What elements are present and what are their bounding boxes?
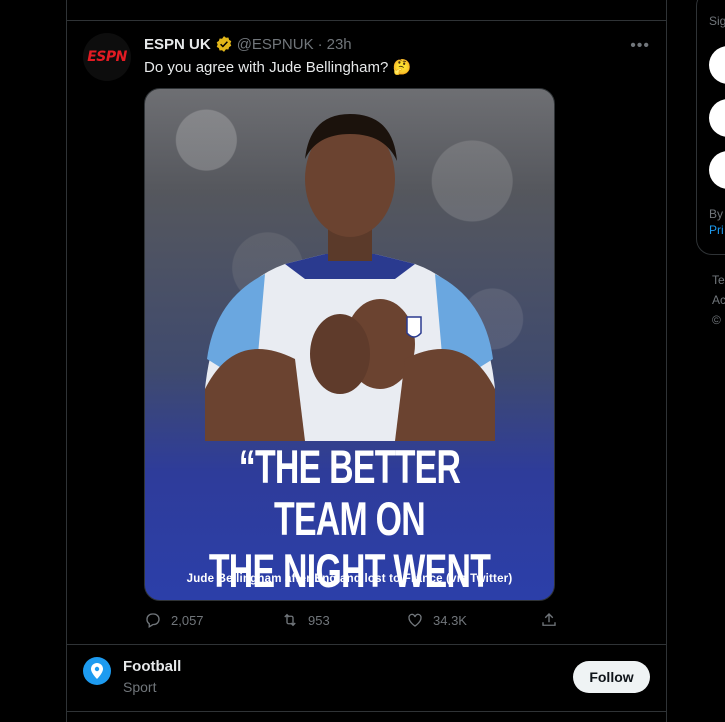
author-name[interactable]: ESPN UK (144, 36, 211, 53)
separator-dot: · (317, 35, 323, 53)
reply-count: 2,057 (171, 612, 204, 628)
image-caption: Jude Bellingham after England lost to Fr… (186, 573, 513, 585)
like-button[interactable]: 34.3K (406, 611, 467, 629)
retweet-count: 953 (308, 612, 330, 628)
topic-card[interactable]: Football Sport Follow (67, 645, 666, 711)
espn-logo: ESPN (87, 49, 127, 65)
signup-heading-fragment: Sig (709, 14, 725, 28)
topic-name: Football (123, 658, 182, 675)
author-handle[interactable]: @ESPNUK (237, 36, 314, 53)
account-signup-button[interactable] (709, 151, 725, 189)
tweet-timestamp[interactable]: 23h (327, 36, 352, 53)
footer-link-terms[interactable]: Te (712, 273, 725, 287)
follow-button[interactable]: Follow (573, 661, 650, 693)
sidebar-signup-card: Sig By Pri (696, 0, 725, 255)
heart-icon (408, 613, 422, 627)
share-button[interactable] (540, 611, 558, 629)
retweet-button[interactable]: 953 (281, 611, 330, 629)
tweet[interactable]: ESPN ESPN UK @ESPNUK · 23h ••• Do you ag… (67, 21, 666, 644)
location-pin-icon (91, 663, 103, 679)
reply-icon (146, 613, 160, 628)
reply-button[interactable]: 2,057 (144, 611, 204, 629)
privacy-link-fragment[interactable]: Pri (709, 223, 724, 237)
footer-link-accessibility[interactable]: Ac (712, 293, 725, 307)
more-options-icon[interactable]: ••• (630, 37, 650, 55)
footer-copyright: © (712, 313, 721, 327)
quote-line-1: “THE BETTER TEAM ON (238, 440, 461, 545)
like-count: 34.3K (433, 612, 467, 628)
terms-fragment: By (709, 207, 724, 221)
avatar[interactable]: ESPN (83, 33, 131, 81)
topic-icon (83, 657, 111, 685)
tweet-media-image[interactable]: “THE BETTER TEAM ON THE NIGHT WENT OUT” … (144, 88, 555, 601)
verified-badge-icon (216, 36, 231, 52)
topic-category: Sport (123, 679, 157, 695)
share-icon (542, 613, 556, 626)
timeline-column: ESPN ESPN UK @ESPNUK · 23h ••• Do you ag… (66, 0, 667, 722)
player-photo (205, 114, 495, 441)
retweet-icon (284, 613, 296, 627)
tweet-actions: 2,057 953 34.3K (144, 611, 584, 633)
apple-signup-button[interactable] (709, 99, 725, 137)
tweet-header: ESPN UK @ESPNUK · 23h (144, 35, 352, 53)
tweet-text: Do you agree with Jude Bellingham? 🤔 (144, 59, 412, 76)
divider (67, 711, 666, 712)
google-signup-button[interactable] (709, 46, 725, 84)
